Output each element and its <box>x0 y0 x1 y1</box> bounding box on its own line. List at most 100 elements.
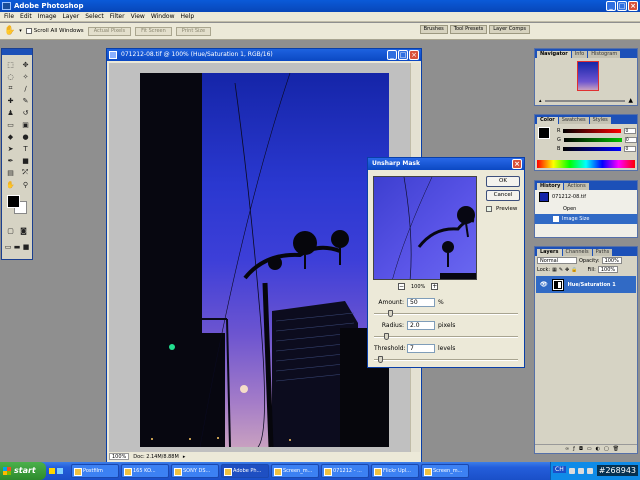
lasso-tool-icon[interactable]: ◌ <box>4 71 17 82</box>
type-tool-icon[interactable]: T <box>19 143 32 154</box>
navigator-zoom-in-icon[interactable]: ▲ <box>628 97 633 104</box>
tab-layers[interactable]: Layers <box>537 249 562 256</box>
layer-style-icon[interactable]: ƒ <box>573 446 575 452</box>
print-size-button[interactable]: Print Size <box>175 26 212 36</box>
dialog-title-bar[interactable]: Unsharp Mask × <box>368 158 524 170</box>
tab-history[interactable]: History <box>537 183 564 190</box>
menu-image[interactable]: Image <box>38 13 57 20</box>
tray-icon[interactable] <box>569 468 575 474</box>
magic-wand-tool-icon[interactable]: ✧ <box>19 71 32 82</box>
quick-launch-icon[interactable] <box>57 468 63 474</box>
menu-filter[interactable]: Filter <box>110 13 125 20</box>
menu-layer[interactable]: Layer <box>62 13 79 20</box>
fit-screen-button[interactable]: Fit Screen <box>135 26 172 36</box>
quick-launch-icon[interactable] <box>49 468 55 474</box>
preview-checkbox[interactable]: Preview <box>486 206 517 212</box>
notes-tool-icon[interactable]: ▤ <box>4 167 17 178</box>
taskbar-item[interactable]: Postfilm <box>71 464 119 478</box>
navigator-zoom-slider[interactable]: ▴ ▲ <box>539 97 633 104</box>
new-layer-icon[interactable]: ▢ <box>604 446 609 452</box>
dialog-close-button[interactable]: × <box>512 159 522 169</box>
history-item-image-size[interactable]: Image Size <box>535 214 637 224</box>
document-maximize-button[interactable]: □ <box>398 50 408 60</box>
quick-mask-mode-icon[interactable]: ◙ <box>18 225 29 236</box>
red-channel-value[interactable]: 0 <box>624 127 637 134</box>
menu-view[interactable]: View <box>131 13 145 20</box>
document-title-bar[interactable]: 071212-08.tif @ 100% (Hue/Saturation 1, … <box>107 49 421 61</box>
tray-icon[interactable] <box>587 468 593 474</box>
tray-icon[interactable] <box>578 468 584 474</box>
tab-actions[interactable]: Actions <box>564 183 589 190</box>
pen-tool-icon[interactable]: ✒ <box>4 155 17 166</box>
layer-item[interactable]: 👁 Hue/Saturation 1 <box>536 276 636 293</box>
menu-edit[interactable]: Edit <box>20 13 32 20</box>
layer-visibility-eye-icon[interactable]: 👁 <box>540 281 548 288</box>
radius-slider-thumb[interactable] <box>384 333 389 340</box>
dialog-preview-pane[interactable] <box>373 176 477 280</box>
tool-preset-dropdown-icon[interactable]: ▾ <box>19 28 22 34</box>
language-indicator[interactable]: CH <box>553 466 566 473</box>
menu-file[interactable]: File <box>4 13 14 20</box>
taskbar-item[interactable]: Screen_m... <box>271 464 319 478</box>
amount-slider-thumb[interactable] <box>388 310 393 317</box>
tab-styles[interactable]: Styles <box>589 117 611 124</box>
actual-pixels-button[interactable]: Actual Pixels <box>87 26 132 36</box>
new-adjustment-icon[interactable]: ◐ <box>596 446 600 452</box>
navigator-zoom-out-icon[interactable]: ▴ <box>539 98 542 104</box>
scroll-all-windows-checkbox[interactable]: Scroll All Windows <box>25 28 84 34</box>
taskbar-item[interactable]: SONY DS... <box>171 464 219 478</box>
tab-channels[interactable]: Channels <box>562 249 592 256</box>
full-screen-mode-icon[interactable]: ■ <box>22 241 30 252</box>
maximize-button[interactable]: □ <box>617 1 627 11</box>
blue-channel-value[interactable]: 0 <box>624 145 637 152</box>
marquee-tool-icon[interactable]: ⬚ <box>4 59 17 70</box>
taskbar-item-active[interactable]: Adobe Ph... <box>221 464 269 478</box>
healing-brush-tool-icon[interactable]: ✚ <box>4 95 17 106</box>
radius-slider[interactable] <box>374 333 518 340</box>
taskbar-item[interactable]: Flickr Upl... <box>371 464 419 478</box>
menu-select[interactable]: Select <box>85 13 104 20</box>
history-brush-tool-icon[interactable]: ↺ <box>19 107 32 118</box>
lock-all-icon[interactable]: 🔒 <box>571 267 577 273</box>
tab-paths[interactable]: Paths <box>592 249 613 256</box>
menu-window[interactable]: Window <box>151 13 175 20</box>
history-snapshot[interactable]: 071212-08.tif <box>535 190 637 204</box>
shape-tool-icon[interactable]: ■ <box>19 155 32 166</box>
close-button[interactable]: × <box>628 1 638 11</box>
color-spectrum-bar[interactable] <box>537 160 635 168</box>
opacity-input[interactable]: 100% <box>601 257 622 264</box>
standard-screen-mode-icon[interactable]: ▭ <box>4 241 12 252</box>
brush-tool-icon[interactable]: ✎ <box>19 95 32 106</box>
blend-mode-select[interactable]: Normal <box>537 257 577 264</box>
tab-histogram[interactable]: Histogram <box>588 51 621 58</box>
palette-well-tool-presets-tab[interactable]: Tool Presets <box>449 25 488 34</box>
foreground-color-swatch[interactable] <box>7 195 20 208</box>
fill-input[interactable]: 100% <box>597 266 619 273</box>
threshold-slider-thumb[interactable] <box>378 356 383 363</box>
canvas-area[interactable] <box>109 63 411 452</box>
standard-mode-icon[interactable]: ▢ <box>5 225 16 236</box>
minimize-button[interactable]: _ <box>606 1 616 11</box>
lock-image-icon[interactable]: ✎ <box>559 267 563 273</box>
taskbar-item[interactable]: 071212 - ... <box>321 464 369 478</box>
status-menu-arrow-icon[interactable]: ▸ <box>183 454 186 460</box>
green-channel-value[interactable]: 0 <box>624 136 637 143</box>
eraser-tool-icon[interactable]: ▭ <box>4 119 17 130</box>
amount-input[interactable]: 50 <box>407 298 435 307</box>
photo-canvas[interactable] <box>140 73 389 447</box>
lock-transparency-icon[interactable]: ▦ <box>552 267 557 273</box>
tab-info[interactable]: Info <box>571 51 588 58</box>
radius-input[interactable]: 2.0 <box>407 321 435 330</box>
zoom-tool-icon[interactable]: ⚲ <box>19 179 32 190</box>
blur-tool-icon[interactable]: ◆ <box>4 131 17 142</box>
gradient-tool-icon[interactable]: ▣ <box>19 119 32 130</box>
hand-tool-preset-icon[interactable]: ✋ <box>4 26 15 36</box>
new-set-icon[interactable]: ▭ <box>587 446 592 452</box>
slice-tool-icon[interactable]: ∕ <box>19 83 32 94</box>
move-tool-icon[interactable]: ✥ <box>19 59 32 70</box>
palette-well-layer-comps-tab[interactable]: Layer Comps <box>489 25 530 34</box>
zoom-in-button[interactable]: + <box>431 283 439 290</box>
tab-swatches[interactable]: Swatches <box>558 117 589 124</box>
tab-color[interactable]: Color <box>537 117 558 124</box>
blue-channel-slider[interactable] <box>563 146 622 151</box>
